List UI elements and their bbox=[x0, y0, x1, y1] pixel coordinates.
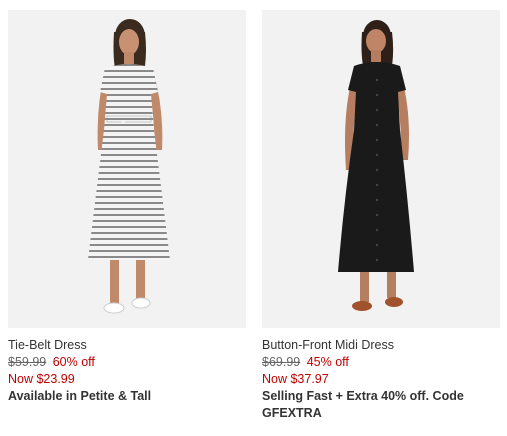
model-striped-dress-photo bbox=[8, 10, 246, 328]
product-image[interactable] bbox=[8, 10, 246, 328]
product-name[interactable]: Tie-Belt Dress bbox=[8, 337, 246, 354]
price-row: $59.99 60% off bbox=[8, 354, 246, 371]
product-image[interactable] bbox=[262, 10, 500, 328]
discount-percent: 45% off bbox=[306, 355, 349, 369]
product-card[interactable]: Tie-Belt Dress $59.99 60% off Now $23.99… bbox=[8, 0, 246, 405]
discount-percent: 60% off bbox=[52, 355, 95, 369]
product-badge: Available in Petite & Tall bbox=[8, 389, 152, 403]
model-black-dress-photo bbox=[262, 10, 500, 328]
product-info: Button-Front Midi Dress $69.99 45% off N… bbox=[262, 337, 500, 422]
sale-price: Now $23.99 bbox=[8, 372, 75, 386]
product-badge: Selling Fast + Extra 40% off. Code GFEXT… bbox=[262, 389, 464, 420]
sale-price: Now $37.97 bbox=[262, 372, 329, 386]
product-info: Tie-Belt Dress $59.99 60% off Now $23.99… bbox=[8, 337, 246, 405]
product-name[interactable]: Button-Front Midi Dress bbox=[262, 337, 500, 354]
original-price: $59.99 bbox=[8, 355, 47, 369]
product-card[interactable]: Button-Front Midi Dress $69.99 45% off N… bbox=[262, 0, 500, 422]
price-row: $69.99 45% off bbox=[262, 354, 500, 371]
original-price: $69.99 bbox=[262, 355, 301, 369]
product-grid: Tie-Belt Dress $59.99 60% off Now $23.99… bbox=[0, 0, 507, 436]
